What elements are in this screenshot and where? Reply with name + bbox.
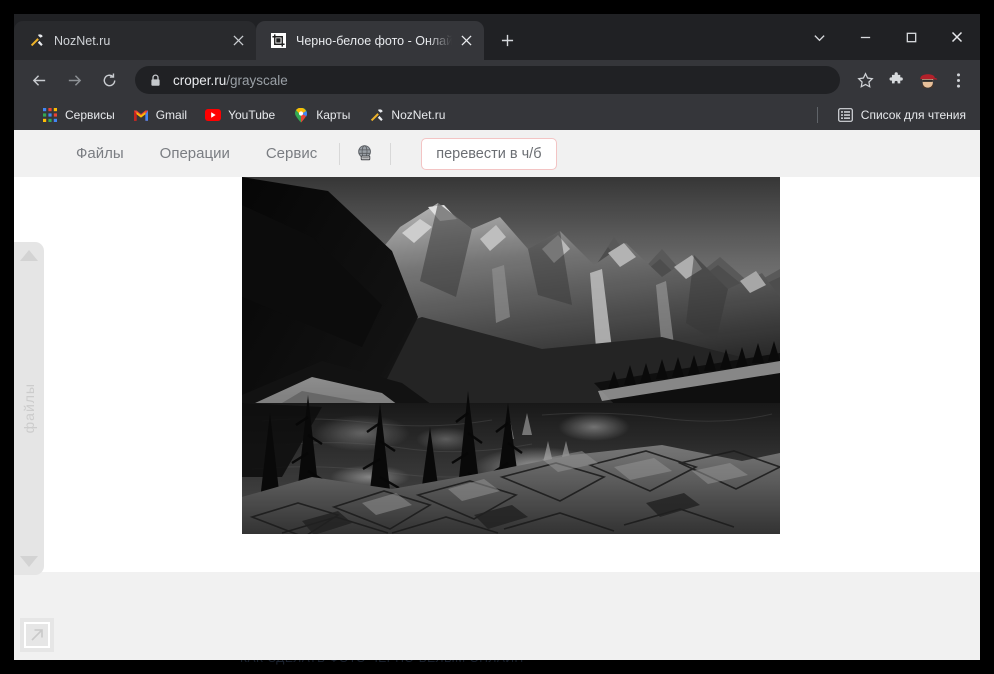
back-arrow-icon[interactable] <box>24 65 54 95</box>
reading-list-label: Список для чтения <box>860 108 966 122</box>
maximize-button[interactable] <box>888 14 934 60</box>
bookmark-label: Gmail <box>155 108 188 122</box>
browser-tab-croper[interactable]: Черно-белое фото - Онлайн фоторедактор <box>256 21 484 60</box>
divider <box>339 142 341 165</box>
page-footer-strip <box>14 572 980 660</box>
lock-icon <box>147 73 163 87</box>
close-icon[interactable] <box>456 31 476 51</box>
close-button[interactable] <box>934 14 980 60</box>
editor-canvas: файлы <box>14 177 980 575</box>
banner-text: КАК СДЕЛАТЬ ФОТО ЧЕРНО-БЕЛЫМ ОНЛАЙН <box>240 660 524 665</box>
triangle-down-icon[interactable] <box>20 555 38 567</box>
bookmark-item-maps[interactable]: Карты <box>285 104 358 126</box>
bookmark-label: YouTube <box>228 108 276 122</box>
bookmark-item-services[interactable]: Сервисы <box>34 104 123 126</box>
google-apps-grid-icon <box>42 107 58 123</box>
menu-operations[interactable]: Операции <box>160 145 230 162</box>
globe-language-icon[interactable] <box>354 143 376 165</box>
tab-strip: NozNet.ru Черно-белое фото - Онлайн фото… <box>14 14 980 60</box>
triangle-up-icon[interactable] <box>20 250 38 261</box>
divider <box>390 142 392 165</box>
divider <box>816 107 818 123</box>
minimize-button[interactable] <box>842 14 888 60</box>
navigation-toolbar: croper.ru/grayscale <box>14 60 980 100</box>
bookmark-item-youtube[interactable]: YouTube <box>197 104 283 126</box>
profile-avatar[interactable] <box>913 66 941 94</box>
url-text: croper.ru/grayscale <box>173 73 288 88</box>
browser-window: NozNet.ru Черно-белое фото - Онлайн фото… <box>14 14 980 660</box>
google-maps-pin-icon <box>293 107 309 123</box>
youtube-icon <box>205 107 222 123</box>
croper-app-toolbar: Файлы Операции Сервис перевести в ч/б <box>14 130 980 177</box>
bookmark-label: Карты <box>316 108 351 122</box>
page-viewport: Файлы Операции Сервис перевести в ч/б фа… <box>14 130 980 660</box>
bookmark-label: Сервисы <box>65 108 115 122</box>
reading-list-area: Список для чтения <box>816 100 970 130</box>
reading-list-button[interactable]: Список для чтения <box>830 104 968 126</box>
bookmark-item-noznet[interactable]: NozNet.ru <box>360 104 453 126</box>
reading-list-icon <box>838 107 854 123</box>
convert-to-grayscale-button[interactable]: перевести в ч/б <box>421 137 557 170</box>
window-controls <box>796 14 980 60</box>
cropped-bottom-banner: КАК СДЕЛАТЬ ФОТО ЧЕРНО-БЕЛЫМ ОНЛАЙН <box>0 660 994 674</box>
bookmark-item-gmail[interactable]: Gmail <box>125 104 195 126</box>
url-domain: croper.ru <box>173 72 227 88</box>
edited-photo[interactable] <box>242 177 780 534</box>
menu-service[interactable]: Сервис <box>266 145 317 162</box>
url-path: /grayscale <box>226 72 288 88</box>
reload-icon[interactable] <box>94 65 124 95</box>
crop-tool-icon <box>270 33 286 49</box>
expand-corner-button[interactable] <box>20 618 54 652</box>
new-tab-button[interactable] <box>492 25 522 55</box>
tab-search-chevron-down-icon[interactable] <box>796 14 842 60</box>
bookmark-star-icon[interactable] <box>851 66 879 94</box>
grayscale-mountain-photo <box>242 177 780 534</box>
menu-files[interactable]: Файлы <box>76 145 124 162</box>
tools-icon <box>28 33 44 49</box>
address-bar[interactable]: croper.ru/grayscale <box>135 66 840 94</box>
desktop-background: NozNet.ru Черно-белое фото - Онлайн фото… <box>0 0 994 674</box>
gmail-icon <box>133 107 149 123</box>
bookmark-label: NozNet.ru <box>391 108 446 122</box>
expand-arrow-icon <box>24 622 50 648</box>
side-tab-label: файлы <box>21 383 37 434</box>
chrome-menu-kebab-icon[interactable] <box>944 66 972 94</box>
extensions-puzzle-icon[interactable] <box>882 66 910 94</box>
bookmarks-bar: Сервисы Gmail YouTube Карты NozNet.ru Сп… <box>14 100 980 130</box>
files-side-tab[interactable]: файлы <box>14 242 44 575</box>
close-icon[interactable] <box>228 31 248 51</box>
browser-tab-noznet[interactable]: NozNet.ru <box>14 21 256 60</box>
tools-icon <box>368 107 384 123</box>
tab-title: Черно-белое фото - Онлайн фоторедактор <box>296 33 452 48</box>
forward-arrow-icon[interactable] <box>59 65 89 95</box>
tab-title: NozNet.ru <box>54 33 111 48</box>
